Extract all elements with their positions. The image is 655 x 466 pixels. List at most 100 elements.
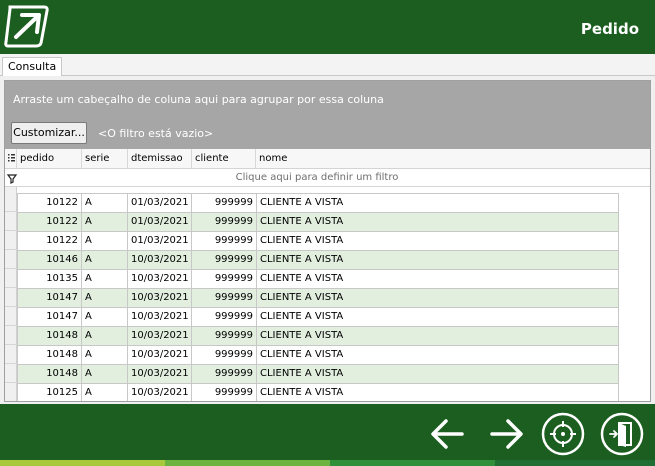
cell-serie[interactable]: A: [82, 289, 128, 307]
table-row[interactable]: 10147 A 10/03/2021 999999 CLIENTE A VISTA: [18, 308, 618, 327]
cell-cliente[interactable]: 999999: [192, 346, 257, 364]
cell-serie[interactable]: A: [82, 270, 128, 288]
cell-dtemissao[interactable]: 10/03/2021: [128, 289, 192, 307]
cell-serie[interactable]: A: [82, 251, 128, 269]
cell-nome[interactable]: CLIENTE A VISTA: [257, 289, 620, 307]
filter-prompt[interactable]: Clique aqui para definir um filtro: [17, 169, 617, 187]
cell-dtemissao[interactable]: 01/03/2021: [128, 232, 192, 250]
cell-dtemissao[interactable]: 10/03/2021: [128, 251, 192, 269]
table-row[interactable]: 10122 A 01/03/2021 999999 CLIENTE A VISTA: [18, 194, 618, 213]
cell-pedido[interactable]: 10148: [18, 346, 82, 364]
column-header-pedido[interactable]: pedido: [17, 149, 82, 168]
cell-serie[interactable]: A: [82, 308, 128, 326]
filter-row[interactable]: Clique aqui para definir um filtro: [5, 169, 650, 187]
table-row[interactable]: 10122 A 01/03/2021 999999 CLIENTE A VISTA: [18, 232, 618, 251]
exit-door-icon[interactable]: [600, 412, 644, 456]
cell-pedido[interactable]: 10125: [18, 384, 82, 401]
tab-consulta[interactable]: Consulta: [2, 57, 63, 77]
column-header-cliente[interactable]: cliente: [192, 149, 256, 168]
row-indicator[interactable]: [5, 288, 17, 307]
cell-nome[interactable]: CLIENTE A VISTA: [257, 346, 620, 364]
cell-dtemissao[interactable]: 10/03/2021: [128, 365, 192, 383]
cell-serie[interactable]: A: [82, 232, 128, 250]
row-indicator[interactable]: [5, 383, 17, 401]
column-header-dtemissao[interactable]: dtemissao: [128, 149, 192, 168]
cell-nome[interactable]: CLIENTE A VISTA: [257, 365, 620, 383]
cell-serie[interactable]: A: [82, 327, 128, 345]
cell-nome[interactable]: CLIENTE A VISTA: [257, 194, 620, 212]
arrow-box-logo-icon: [4, 5, 49, 48]
footer-stripes: [0, 460, 655, 466]
table-row[interactable]: 10148 A 10/03/2021 999999 CLIENTE A VISTA: [18, 346, 618, 365]
table-row[interactable]: 10122 A 01/03/2021 999999 CLIENTE A VISTA: [18, 213, 618, 232]
cell-serie[interactable]: A: [82, 346, 128, 364]
cell-dtemissao[interactable]: 10/03/2021: [128, 346, 192, 364]
cell-cliente[interactable]: 999999: [192, 232, 257, 250]
grid-rows: 10122 A 01/03/2021 999999 CLIENTE A VISTA 101…: [17, 193, 620, 401]
cell-cliente[interactable]: 999999: [192, 289, 257, 307]
cell-dtemissao[interactable]: 10/03/2021: [128, 327, 192, 345]
row-indicator[interactable]: [5, 212, 17, 231]
cell-nome[interactable]: CLIENTE A VISTA: [257, 384, 620, 401]
cell-dtemissao[interactable]: 10/03/2021: [128, 308, 192, 326]
header-bar: Pedido: [0, 0, 655, 54]
cell-nome[interactable]: CLIENTE A VISTA: [257, 213, 620, 231]
cell-pedido[interactable]: 10148: [18, 327, 82, 345]
table-row[interactable]: 10146 A 10/03/2021 999999 CLIENTE A VISTA: [18, 251, 618, 270]
customize-button[interactable]: Customizar...: [11, 122, 87, 144]
cell-nome[interactable]: CLIENTE A VISTA: [257, 308, 620, 326]
row-indicator[interactable]: [5, 345, 17, 364]
arrow-left-icon[interactable]: [426, 412, 470, 456]
cell-serie[interactable]: A: [82, 384, 128, 401]
cell-dtemissao[interactable]: 10/03/2021: [128, 270, 192, 288]
cell-serie[interactable]: A: [82, 365, 128, 383]
cell-serie[interactable]: A: [82, 213, 128, 231]
group-hint-text: Arraste um cabeçalho de coluna aqui para…: [13, 93, 384, 106]
cell-cliente[interactable]: 999999: [192, 308, 257, 326]
group-by-panel[interactable]: Arraste um cabeçalho de coluna aqui para…: [5, 81, 650, 149]
cell-cliente[interactable]: 999999: [192, 365, 257, 383]
cell-pedido[interactable]: 10146: [18, 251, 82, 269]
cell-dtemissao[interactable]: 10/03/2021: [128, 384, 192, 401]
row-indicator[interactable]: [5, 326, 17, 345]
column-header-nome[interactable]: nome: [256, 149, 650, 168]
cell-pedido[interactable]: 10148: [18, 365, 82, 383]
cell-nome[interactable]: CLIENTE A VISTA: [257, 251, 620, 269]
cell-nome[interactable]: CLIENTE A VISTA: [257, 232, 620, 250]
cell-cliente[interactable]: 999999: [192, 327, 257, 345]
row-indicator[interactable]: [5, 193, 17, 212]
cell-cliente[interactable]: 999999: [192, 384, 257, 401]
column-chooser-icon[interactable]: [5, 149, 17, 168]
row-indicator[interactable]: [5, 231, 17, 250]
cell-dtemissao[interactable]: 01/03/2021: [128, 194, 192, 212]
cell-nome[interactable]: CLIENTE A VISTA: [257, 327, 620, 345]
app-window: Pedido Consulta Arraste um cabeçalho de …: [0, 0, 655, 466]
cell-pedido[interactable]: 10147: [18, 308, 82, 326]
cell-pedido[interactable]: 10122: [18, 232, 82, 250]
content-area: Arraste um cabeçalho de coluna aqui para…: [0, 76, 655, 404]
cell-cliente[interactable]: 999999: [192, 213, 257, 231]
table-row[interactable]: 10135 A 10/03/2021 999999 CLIENTE A VISTA: [18, 270, 618, 289]
cell-pedido[interactable]: 10122: [18, 194, 82, 212]
row-indicator[interactable]: [5, 307, 17, 326]
row-indicator[interactable]: [5, 269, 17, 288]
table-row[interactable]: 10147 A 10/03/2021 999999 CLIENTE A VISTA: [18, 289, 618, 308]
column-header-serie[interactable]: serie: [82, 149, 128, 168]
cell-cliente[interactable]: 999999: [192, 194, 257, 212]
cell-cliente[interactable]: 999999: [192, 251, 257, 269]
row-indicator[interactable]: [5, 250, 17, 269]
cell-serie[interactable]: A: [82, 194, 128, 212]
crosshair-icon[interactable]: [541, 412, 585, 456]
arrow-right-icon[interactable]: [484, 412, 528, 456]
cell-dtemissao[interactable]: 01/03/2021: [128, 213, 192, 231]
cell-pedido[interactable]: 10135: [18, 270, 82, 288]
table-row[interactable]: 10125 A 10/03/2021 999999 CLIENTE A VISTA: [18, 384, 620, 401]
cell-pedido[interactable]: 10147: [18, 289, 82, 307]
table-row[interactable]: 10148 A 10/03/2021 999999 CLIENTE A VISTA: [18, 327, 618, 346]
cell-cliente[interactable]: 999999: [192, 270, 257, 288]
cell-pedido[interactable]: 10122: [18, 213, 82, 231]
cell-nome[interactable]: CLIENTE A VISTA: [257, 270, 620, 288]
row-indicator[interactable]: [5, 364, 17, 383]
grid-body: 10122 A 01/03/2021 999999 CLIENTE A VISTA 101…: [5, 187, 650, 401]
table-row[interactable]: 10148 A 10/03/2021 999999 CLIENTE A VISTA: [18, 365, 618, 384]
